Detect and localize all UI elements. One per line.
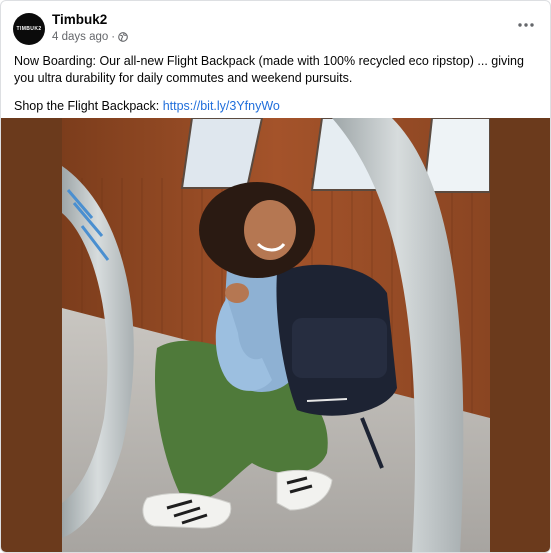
caption-text: Now Boarding: Our all-new Flight Backpac…: [14, 54, 524, 85]
avatar[interactable]: TIMBUK2: [13, 13, 45, 45]
facebook-post: TIMBUK2 Timbuk2 4 days ago · Now Boardin…: [0, 0, 551, 553]
more-options-icon[interactable]: [514, 13, 538, 37]
post-header: TIMBUK2 Timbuk2 4 days ago ·: [1, 1, 550, 53]
caption-shop-prefix: Shop the Flight Backpack:: [14, 99, 163, 113]
meta-separator: ·: [111, 31, 116, 43]
globe-icon[interactable]: [118, 32, 128, 42]
post-media[interactable]: [1, 118, 550, 552]
caption-shop-line: Shop the Flight Backpack: https://bit.ly…: [14, 98, 539, 115]
post-meta: 4 days ago ·: [52, 31, 128, 43]
page-name[interactable]: Timbuk2: [52, 12, 107, 27]
timestamp[interactable]: 4 days ago: [52, 31, 108, 43]
photo-illustration: [62, 118, 490, 552]
post-photo[interactable]: [62, 118, 490, 552]
post-caption: Now Boarding: Our all-new Flight Backpac…: [14, 53, 539, 115]
avatar-logo-text: TIMBUK2: [16, 26, 42, 32]
shop-link[interactable]: https://bit.ly/3YfnyWo: [163, 99, 280, 113]
